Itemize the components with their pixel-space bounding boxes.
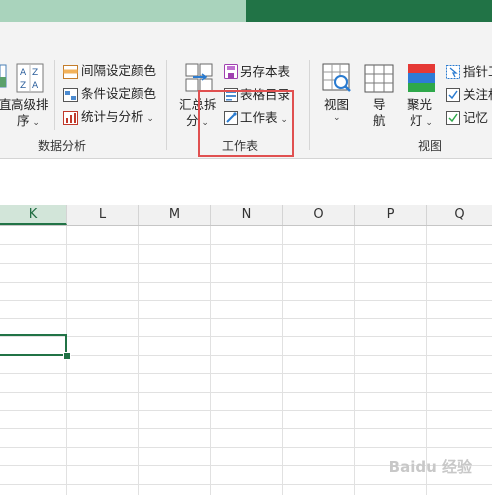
column-header-row: K L M N O P Q [0,205,492,226]
summarize-split-icon[interactable] [185,63,213,93]
pointer-tool-label[interactable]: 指针工 [463,65,492,79]
sort-icon-partial[interactable] [0,63,8,89]
svg-text:Z: Z [32,68,38,78]
chevron-down-icon: ⌄ [29,118,40,128]
save-as-icon[interactable] [224,64,238,79]
pointer-icon[interactable] [446,64,460,79]
spotlight-label-1[interactable]: 聚光 [407,98,432,112]
navigation-label-2[interactable]: 航 [373,114,386,128]
save-as-label[interactable]: 另存本表 [240,65,290,79]
navigation-icon[interactable] [364,64,394,93]
conditional-color-icon[interactable] [63,87,78,102]
formula-area [0,159,492,205]
ribbon-separator [309,60,310,150]
advanced-sort-label-1[interactable]: 高级排 [11,98,49,112]
active-cell[interactable] [0,334,67,356]
view-icon[interactable] [322,63,352,93]
column-header-p[interactable]: P [355,205,427,225]
group-label-data-analysis: 数据分析 [38,139,87,153]
advanced-sort-icon[interactable]: A Z Z A [16,63,44,93]
svg-text:A: A [20,68,27,78]
spotlight-icon[interactable] [408,64,435,92]
column-header-n[interactable]: N [211,205,283,225]
chevron-down-icon[interactable]: ⌄ [333,113,341,123]
interval-color-label[interactable]: 间隔设定颜色 [81,64,156,78]
ribbon-separator [166,60,167,150]
focus-label[interactable]: 关注相 [463,88,492,102]
interval-color-icon[interactable] [63,64,78,79]
column-header-q[interactable]: Q [427,205,492,225]
cell-grid[interactable] [0,226,492,495]
spotlight-label-2[interactable]: 灯 ⌄ [410,114,433,130]
focus-icon[interactable] [446,87,460,102]
group-label-view: 视图 [418,139,443,153]
chevron-down-icon: ⌄ [143,114,154,124]
memory-icon[interactable] [446,110,460,125]
svg-text:Z: Z [20,81,26,91]
navigation-label-1[interactable]: 导 [373,98,386,112]
column-header-m[interactable]: M [139,205,211,225]
column-header-l[interactable]: L [67,205,139,225]
highlight-box [198,90,294,157]
view-label[interactable]: 视图 [324,98,349,112]
column-header-k[interactable]: K [0,205,67,225]
stats-analysis-icon[interactable] [63,110,78,125]
fill-handle[interactable] [63,352,71,360]
advanced-sort-label-2[interactable]: 序 ⌄ [17,114,40,130]
svg-text:A: A [32,81,39,91]
watermark: Baidu 经验 [388,458,472,476]
stats-analysis-label[interactable]: 统计与分析 ⌄ [81,110,154,126]
ribbon-separator [54,60,55,130]
chevron-down-icon: ⌄ [422,118,433,128]
memory-label[interactable]: 记忆 [463,111,488,125]
partial-button-label[interactable]: 直 [0,98,12,112]
title-bar-tab [0,0,246,22]
conditional-color-label[interactable]: 条件设定颜色 [81,87,156,101]
column-header-o[interactable]: O [283,205,355,225]
